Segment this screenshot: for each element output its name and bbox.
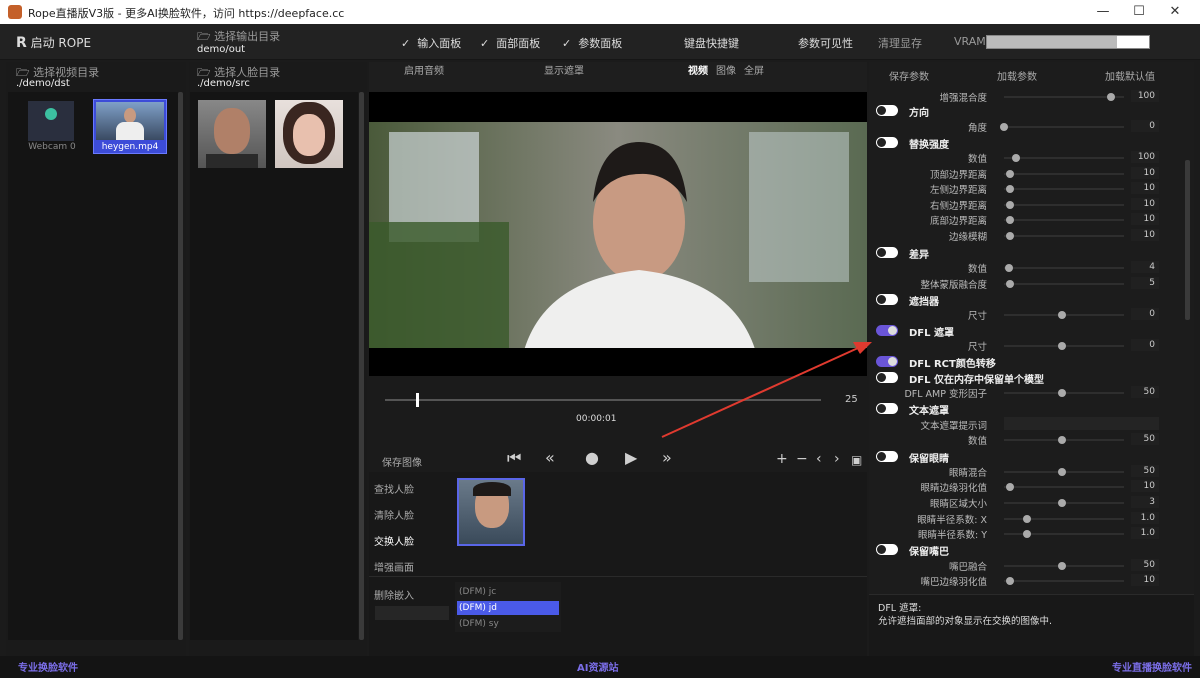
status-link-center[interactable]: AI资源站: [577, 659, 618, 674]
app-window: Rope直播版V3版 - 更多AI换脸软件，访问 https://deepfac…: [0, 0, 1200, 678]
status-bar: 专业换脸软件 AI资源站 专业直播换脸软件: [0, 656, 1200, 678]
status-link-right[interactable]: 专业直播换脸软件: [1112, 659, 1192, 674]
annotation-arrow: [661, 342, 872, 438]
status-link-left[interactable]: 专业换脸软件: [18, 659, 78, 674]
